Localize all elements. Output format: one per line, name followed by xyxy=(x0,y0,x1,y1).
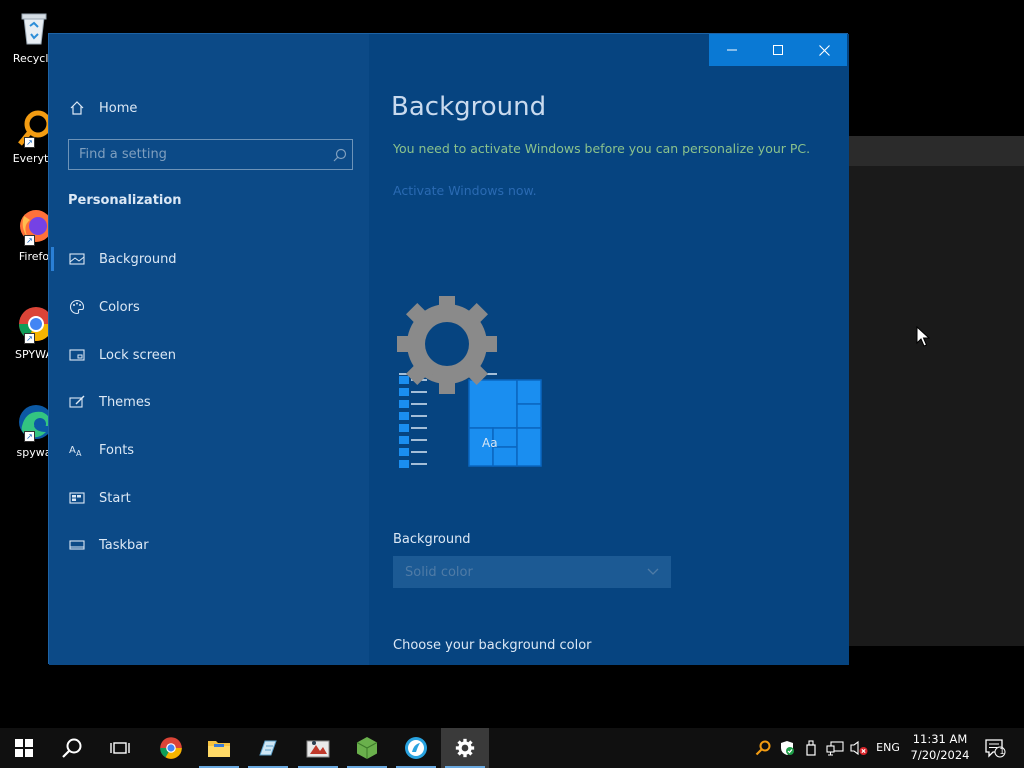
sidebar-item-lock-screen[interactable]: Lock screen xyxy=(49,337,369,373)
sidebar-item-taskbar[interactable]: Taskbar xyxy=(49,527,369,563)
folder-icon xyxy=(208,741,230,757)
background-window-titlebar[interactable] xyxy=(848,136,1024,166)
minimize-icon xyxy=(727,49,737,51)
shortcut-arrow-icon: ↗ xyxy=(24,431,35,442)
app-2-icon xyxy=(306,740,330,758)
taskbar-app-3[interactable] xyxy=(343,728,391,768)
app-3-icon xyxy=(356,737,378,759)
themes-icon xyxy=(67,394,87,410)
start-button[interactable] xyxy=(0,728,48,768)
sidebar-item-background[interactable]: Background xyxy=(49,241,369,277)
settings-sidebar: Home Personalization Background Colo xyxy=(49,34,369,665)
shortcut-arrow-icon: ↗ xyxy=(24,333,35,344)
settings-main: Background You need to activate Windows … xyxy=(369,34,849,665)
window-controls xyxy=(709,34,847,66)
background-field-label: Background xyxy=(393,532,471,547)
taskbar-app-4[interactable] xyxy=(392,728,440,768)
usb-drive-icon xyxy=(806,740,816,756)
minimize-button[interactable] xyxy=(709,34,755,66)
sidebar-item-label: Start xyxy=(99,490,131,506)
tray-everything[interactable] xyxy=(752,728,774,768)
image-icon xyxy=(67,251,87,267)
activation-notice: You need to activate Windows before you … xyxy=(393,141,811,156)
taskbar-clock[interactable]: 11:31 AM 7/20/2024 xyxy=(906,731,974,765)
clock-time: 11:31 AM xyxy=(912,732,968,746)
palette-icon xyxy=(67,299,87,315)
nav-home-label: Home xyxy=(99,100,138,116)
background-dropdown[interactable]: Solid color xyxy=(393,556,671,588)
background-preview: Aa xyxy=(397,294,547,471)
maximize-button[interactable] xyxy=(755,34,801,66)
svg-text:A: A xyxy=(69,445,76,456)
network-icon xyxy=(826,741,844,756)
page-title: Background xyxy=(391,92,547,122)
gear-icon xyxy=(455,738,475,758)
sidebar-item-label: Themes xyxy=(99,394,151,410)
maximize-icon xyxy=(773,45,783,55)
windows-logo-icon xyxy=(15,739,33,757)
taskbar-search-button[interactable] xyxy=(48,728,96,768)
nav-home[interactable]: Home xyxy=(49,90,369,126)
app-4-icon xyxy=(405,737,427,759)
lock-screen-icon xyxy=(67,347,87,363)
shield-icon xyxy=(781,741,794,755)
tray-security[interactable] xyxy=(776,728,798,768)
action-center-button[interactable]: 1 xyxy=(980,728,1010,768)
search-input[interactable] xyxy=(69,147,328,162)
home-icon xyxy=(67,100,87,116)
gear-icon xyxy=(397,294,497,394)
chrome-icon xyxy=(160,737,182,759)
sidebar-item-label: Colors xyxy=(99,299,140,315)
taskbar-settings[interactable] xyxy=(441,728,489,768)
svg-text:A: A xyxy=(76,449,82,458)
taskbar-app-1[interactable] xyxy=(244,728,292,768)
close-icon xyxy=(818,44,830,56)
sidebar-item-start[interactable]: Start xyxy=(49,480,369,516)
sidebar-item-colors[interactable]: Colors xyxy=(49,289,369,325)
taskbar-icon xyxy=(67,537,87,553)
sidebar-item-label: Lock screen xyxy=(99,347,176,363)
tray-usb[interactable] xyxy=(800,728,822,768)
sidebar-item-label: Fonts xyxy=(99,442,135,458)
tray-volume[interactable] xyxy=(848,728,870,768)
tray-network[interactable] xyxy=(824,728,846,768)
taskbar-app-2[interactable] xyxy=(294,728,342,768)
app-1-icon xyxy=(259,740,277,756)
fonts-icon: AA xyxy=(67,442,87,458)
settings-window[interactable]: Home Personalization Background Colo xyxy=(48,33,849,665)
taskbar-chrome[interactable] xyxy=(147,728,195,768)
search-icon[interactable] xyxy=(328,148,352,162)
close-button[interactable] xyxy=(801,34,847,66)
taskbar-file-explorer[interactable] xyxy=(195,728,243,768)
choose-color-label: Choose your background color xyxy=(393,638,592,653)
background-dropdown-value: Solid color xyxy=(405,564,473,580)
shortcut-arrow-icon: ↗ xyxy=(24,235,35,246)
section-title: Personalization xyxy=(68,193,182,208)
sidebar-item-themes[interactable]: Themes xyxy=(49,384,369,420)
background-window[interactable] xyxy=(848,136,1024,646)
input-language[interactable]: ENG xyxy=(873,728,903,768)
sidebar-item-label: Background xyxy=(99,251,177,267)
taskbar: ENG 11:31 AM 7/20/2024 1 xyxy=(0,728,1024,768)
chevron-down-icon xyxy=(647,565,659,580)
preview-start-list xyxy=(399,376,409,468)
speaker-muted-icon xyxy=(850,740,868,756)
sidebar-item-label: Taskbar xyxy=(99,537,149,553)
preview-tile-label: Aa xyxy=(482,436,498,450)
sidebar-item-fonts[interactable]: AA Fonts xyxy=(49,432,369,468)
shortcut-arrow-icon: ↗ xyxy=(24,137,35,148)
notification-count: 1 xyxy=(999,747,1005,756)
task-view-button[interactable] xyxy=(96,728,144,768)
clock-date: 7/20/2024 xyxy=(910,748,970,762)
find-setting-search[interactable] xyxy=(68,139,353,170)
start-icon xyxy=(67,490,87,506)
everything-tray-icon xyxy=(755,740,771,756)
mouse-cursor-icon xyxy=(916,325,931,352)
activate-windows-link[interactable]: Activate Windows now. xyxy=(393,183,537,198)
desktop: Recycle ↗ Everyth ↗ Firefo ↗ SPYWA ↗ spy… xyxy=(0,0,1024,728)
task-view-icon xyxy=(110,742,130,754)
search-icon xyxy=(62,738,82,758)
